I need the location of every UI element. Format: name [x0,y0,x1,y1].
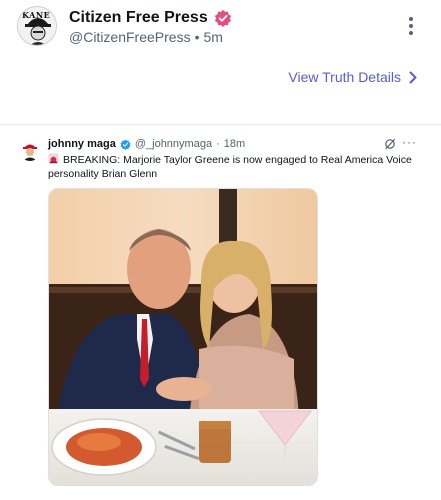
view-truth-details-link[interactable]: View Truth Details [288,69,417,85]
verified-icon [214,9,231,27]
post-time: 5m [203,29,223,45]
embed-header: johnny maga @_johnnymaga · 18m [48,137,245,151]
embed-time: 18m [223,138,246,150]
handle-separator: • [194,29,200,45]
section-divider [0,124,441,125]
embed-photo[interactable] [48,188,318,486]
grok-icon[interactable] [384,138,396,150]
photo-image [49,189,317,485]
verified-icon [120,139,131,150]
author-handle-row: @CitizenFreePress • 5m [69,29,223,45]
author-handle[interactable]: @CitizenFreePress [69,29,191,45]
embed-separator: · [216,138,220,150]
embed-author-handle[interactable]: @_johnnymaga [135,138,212,150]
embed-avatar-image [19,139,41,161]
author-avatar[interactable]: KANE [17,6,57,46]
avatar-text: KANE [22,10,51,20]
post-header: KANE Citizen Free Press @CitizenFreePres… [0,0,441,60]
view-truth-details-label: View Truth Details [288,69,401,85]
author-display-name[interactable]: Citizen Free Press [69,9,208,27]
embed-author-avatar[interactable] [19,139,41,161]
author-name-row: Citizen Free Press [69,8,232,28]
embed-text-body: BREAKING: Marjorie Taylor Greene is now … [48,154,412,180]
more-vertical-icon[interactable] [404,14,418,38]
embed-more-icon[interactable]: ··· [402,135,417,149]
embed-author-name[interactable]: johnny maga [48,138,116,150]
embed-text: BREAKING: Marjorie Taylor Greene is now … [48,153,418,181]
siren-icon [48,153,59,164]
chevron-right-icon [409,71,417,83]
embedded-post[interactable]: johnny maga @_johnnymaga · 18m ··· BREAK… [0,130,441,500]
